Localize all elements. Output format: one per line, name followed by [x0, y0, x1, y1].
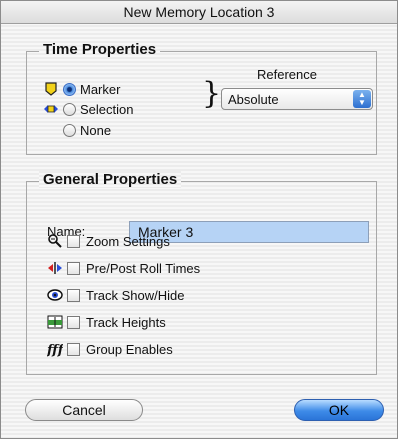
group-enables-label: Group Enables: [86, 341, 173, 357]
track-heights-label: Track Heights: [86, 314, 166, 330]
pre-post-roll-checkbox[interactable]: [67, 261, 80, 275]
time-properties-title: Time Properties: [39, 41, 161, 58]
pre-post-roll-label: Pre/Post Roll Times: [86, 260, 201, 276]
checkbox-row-1[interactable]: Zoom Settings: [47, 231, 170, 251]
selection-label: Selection: [80, 101, 134, 117]
selection-radio[interactable]: [63, 102, 76, 116]
ok-button[interactable]: OK: [294, 399, 384, 421]
general-properties-title: General Properties: [39, 171, 182, 188]
group-enables-checkbox[interactable]: [67, 342, 80, 356]
reference-label: Reference: [257, 67, 317, 82]
marker-label: Marker: [80, 81, 121, 97]
eye-icon: [47, 287, 63, 303]
pre-post-roll-icon: [47, 260, 63, 276]
checkbox-row-2[interactable]: Pre/Post Roll Times: [47, 258, 200, 278]
track-show-hide-checkbox[interactable]: [67, 288, 80, 302]
track-heights-checkbox[interactable]: [67, 315, 80, 329]
checkbox-row-4[interactable]: Track Heights: [47, 312, 166, 332]
checkbox-row-5[interactable]: fff Group Enables: [46, 339, 173, 359]
checkbox-row-3[interactable]: Track Show/Hide: [47, 285, 185, 305]
zoom-settings-label: Zoom Settings: [86, 233, 170, 249]
marker-icon: [43, 81, 59, 97]
marker-radio-row[interactable]: Marker: [43, 79, 120, 99]
dialog-window: New Memory Location 3 Time Properties Ma…: [0, 0, 398, 439]
track-show-hide-label: Track Show/Hide: [86, 287, 185, 303]
popup-arrows-icon: ▲ ▼: [353, 90, 371, 108]
none-label: None: [80, 122, 112, 138]
svg-text:fff: fff: [47, 343, 63, 357]
window-title: New Memory Location 3: [1, 1, 397, 24]
track-heights-icon: [47, 314, 63, 330]
cancel-button[interactable]: Cancel: [25, 399, 143, 421]
marker-radio[interactable]: [63, 82, 76, 96]
group-enables-icon: fff: [46, 341, 66, 358]
reference-value: Absolute: [228, 91, 279, 107]
none-radio-row[interactable]: None: [63, 120, 111, 140]
none-radio[interactable]: [63, 123, 76, 137]
zoom-settings-checkbox-box[interactable]: [67, 234, 80, 248]
reference-popup[interactable]: Absolute ▲ ▼: [221, 88, 373, 110]
selection-radio-row[interactable]: Selection: [43, 99, 133, 119]
zoom-icon: [47, 233, 63, 249]
selection-icon: [43, 101, 59, 117]
brace-symbol: }: [202, 76, 222, 111]
